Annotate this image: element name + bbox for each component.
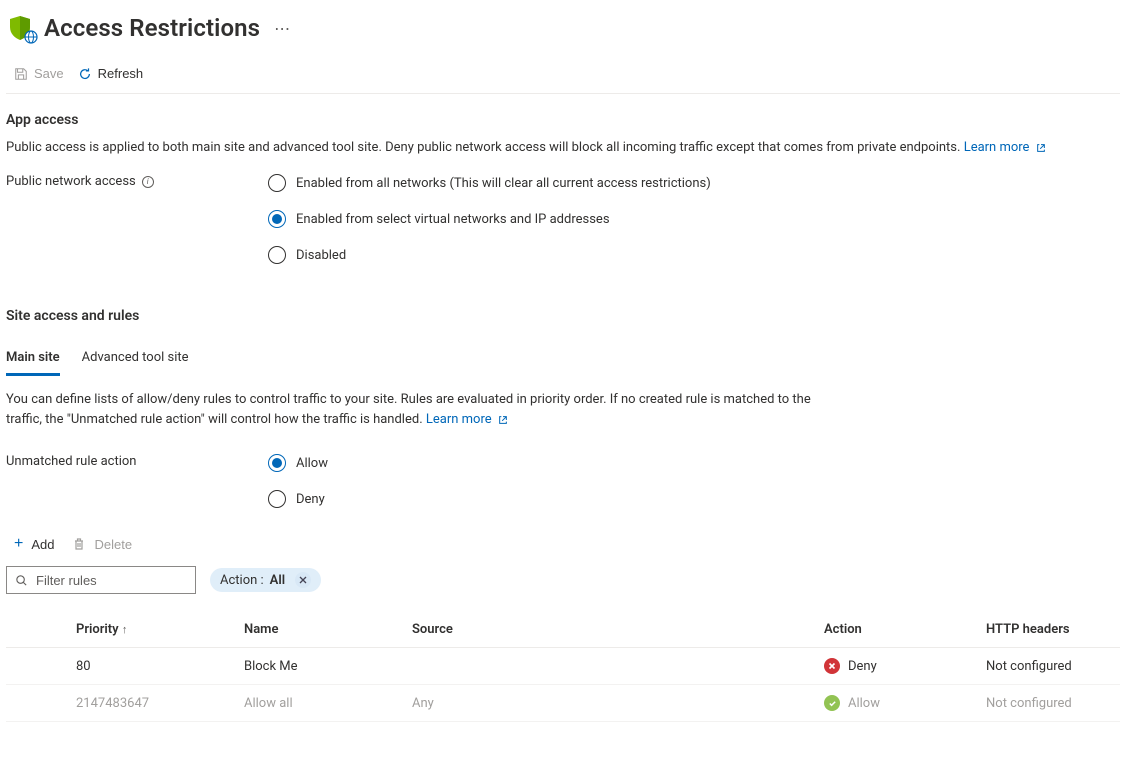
radio-unmatched-deny[interactable]: Deny (268, 490, 328, 508)
radio-enabled-select[interactable]: Enabled from select virtual networks and… (268, 210, 711, 228)
filter-pill-action[interactable]: Action : All (210, 568, 321, 592)
table-row[interactable]: 80 Block Me Deny Not configured (6, 648, 1120, 685)
more-actions-button[interactable]: ⋯ (270, 19, 292, 38)
radio-label: Disabled (296, 248, 346, 263)
add-rule-button[interactable]: + Add (14, 536, 54, 552)
cell-priority: 80 (68, 648, 236, 685)
app-access-learn-more-link[interactable]: Learn more (964, 140, 1046, 155)
save-label: Save (34, 66, 64, 81)
radio-label: Deny (296, 492, 325, 507)
add-label: Add (31, 537, 54, 552)
sort-asc-icon: ↑ (122, 623, 128, 636)
rules-toolbar: + Add Delete (6, 508, 1120, 562)
tab-main-site[interactable]: Main site (6, 344, 60, 376)
cell-source (404, 648, 816, 685)
site-access-section: Site access and rules Main site Advanced… (6, 268, 1120, 726)
radio-enabled-all[interactable]: Enabled from all networks (This will cle… (268, 174, 711, 192)
radio-disabled[interactable]: Disabled (268, 246, 711, 264)
radio-label: Allow (296, 456, 328, 471)
public-network-access-row: Public network access i Enabled from all… (6, 158, 1120, 264)
site-tabs: Main site Advanced tool site (6, 344, 1120, 376)
delete-label: Delete (94, 537, 132, 552)
table-row[interactable]: 2147483647 Allow all Any Allow Not confi… (6, 685, 1120, 722)
column-name[interactable]: Name (236, 612, 404, 648)
cell-action: Allow (816, 685, 978, 722)
site-access-description: You can define lists of allow/deny rules… (6, 376, 826, 430)
public-network-access-label: Public network access i (6, 174, 268, 189)
radio-unmatched-allow[interactable]: Allow (268, 454, 328, 472)
column-http-headers[interactable]: HTTP headers (978, 612, 1120, 648)
refresh-button[interactable]: Refresh (78, 66, 144, 81)
table-header-row: Priority ↑ Name Source Action HTTP heade… (6, 612, 1120, 648)
column-priority[interactable]: Priority ↑ (68, 612, 236, 648)
search-icon (15, 574, 28, 587)
tab-advanced-tool-site[interactable]: Advanced tool site (82, 344, 189, 376)
page-title: Access Restrictions (44, 14, 260, 42)
shield-globe-icon (6, 14, 34, 42)
filter-rules-input-wrapper[interactable] (6, 566, 196, 594)
unmatched-rule-action-row: Unmatched rule action Allow Deny (6, 430, 1120, 508)
trash-icon (72, 537, 86, 551)
site-access-learn-more-link[interactable]: Learn more (426, 412, 508, 427)
refresh-label: Refresh (98, 66, 144, 81)
info-icon[interactable]: i (142, 176, 154, 188)
rules-table: Priority ↑ Name Source Action HTTP heade… (6, 612, 1120, 722)
top-toolbar: Save Refresh (6, 54, 1120, 94)
close-icon (299, 576, 307, 584)
cell-priority: 2147483647 (68, 685, 236, 722)
column-source[interactable]: Source (404, 612, 816, 648)
radio-icon (268, 210, 286, 228)
delete-rule-button[interactable]: Delete (72, 537, 132, 552)
filter-row: Action : All (6, 562, 1120, 606)
public-network-access-radio-group: Enabled from all networks (This will cle… (268, 174, 711, 264)
cell-http-headers: Not configured (978, 685, 1120, 722)
cell-action: Deny (816, 648, 978, 685)
external-link-icon (498, 415, 508, 425)
filter-rules-input[interactable] (36, 573, 212, 588)
filter-pill-key: Action : (220, 573, 264, 588)
refresh-icon (78, 67, 92, 81)
site-access-heading: Site access and rules (6, 304, 1120, 334)
radio-icon (268, 454, 286, 472)
plus-icon: + (14, 536, 23, 552)
app-access-description: Public access is applied to both main si… (6, 138, 1120, 158)
radio-icon (268, 174, 286, 192)
save-button[interactable]: Save (14, 66, 64, 81)
radio-label: Enabled from select virtual networks and… (296, 212, 610, 227)
page-header: Access Restrictions ⋯ (6, 8, 1120, 54)
app-access-section: App access Public access is applied to b… (6, 94, 1120, 268)
unmatched-rule-action-label: Unmatched rule action (6, 454, 268, 469)
cell-http-headers: Not configured (978, 648, 1120, 685)
app-access-heading: App access (6, 108, 1120, 138)
filter-pill-value: All (270, 573, 285, 588)
allow-icon (824, 695, 840, 711)
external-link-icon (1036, 143, 1046, 153)
radio-label: Enabled from all networks (This will cle… (296, 176, 711, 191)
cell-name: Allow all (236, 685, 404, 722)
radio-icon (268, 490, 286, 508)
column-action[interactable]: Action (816, 612, 978, 648)
save-icon (14, 67, 28, 81)
deny-icon (824, 658, 840, 674)
cell-source: Any (404, 685, 816, 722)
radio-icon (268, 246, 286, 264)
unmatched-rule-action-radio-group: Allow Deny (268, 454, 328, 508)
cell-name: Block Me (236, 648, 404, 685)
filter-pill-clear-button[interactable] (295, 572, 311, 588)
